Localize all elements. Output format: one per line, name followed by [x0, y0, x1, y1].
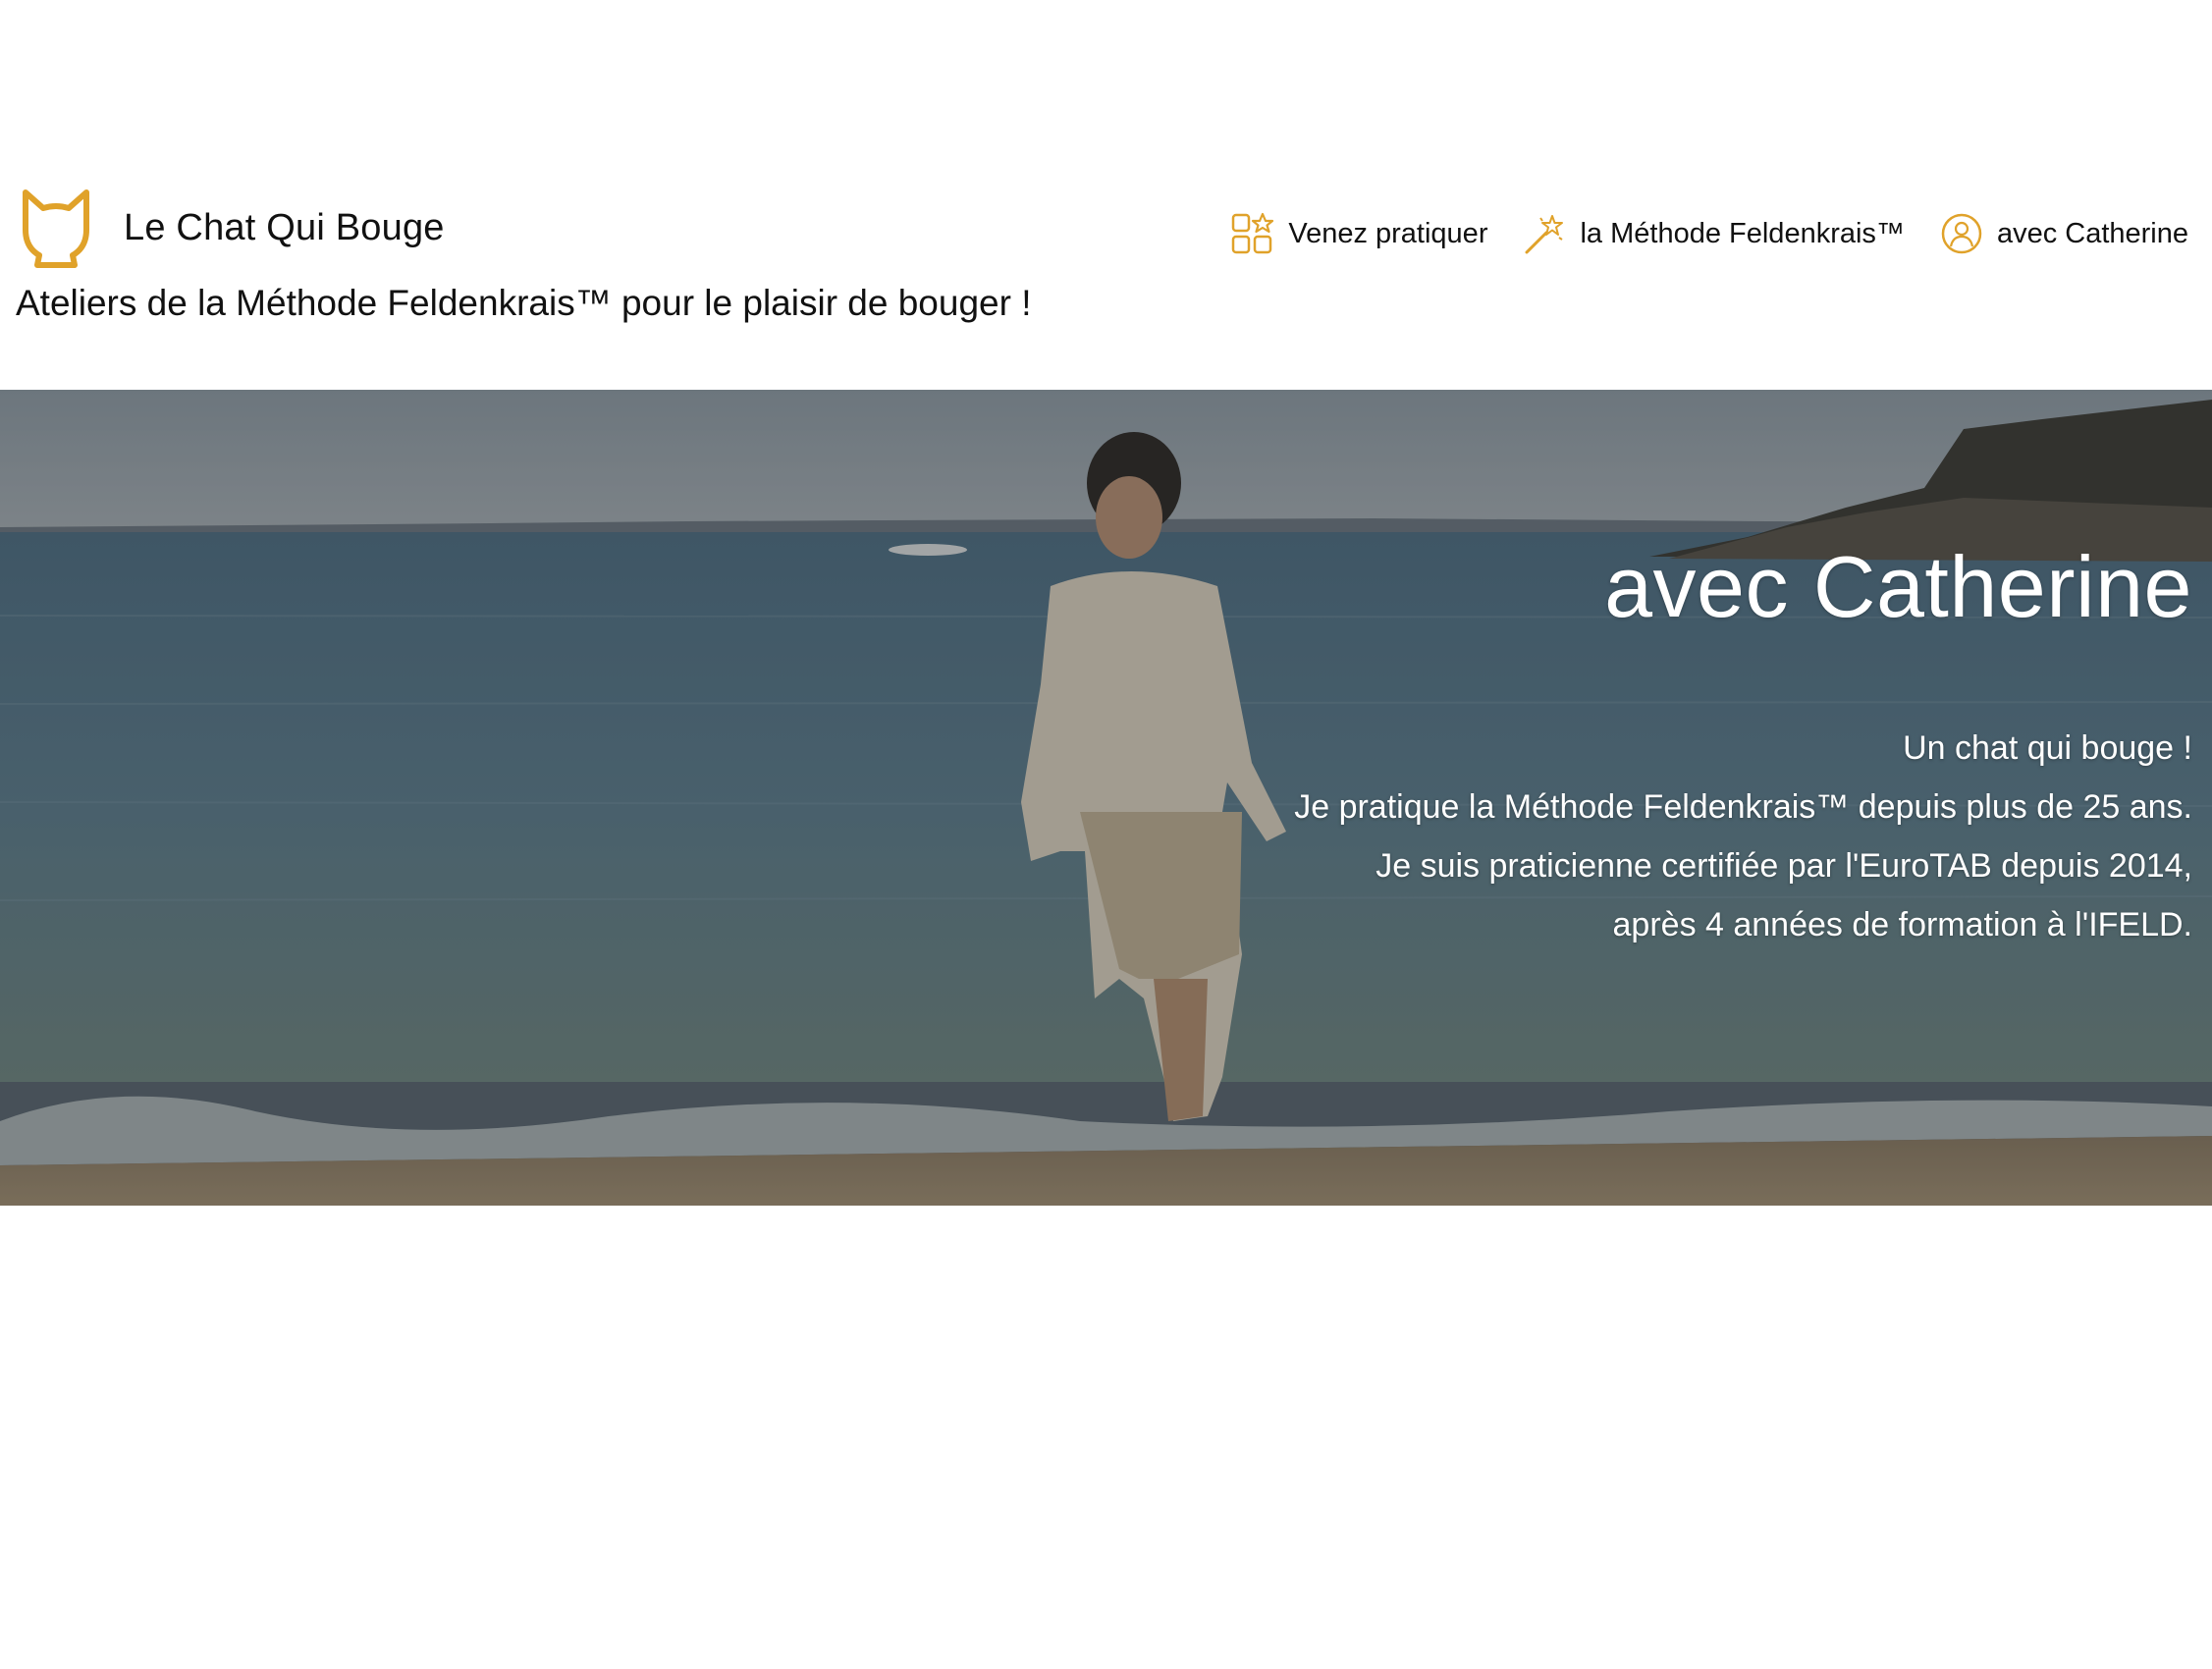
- hero-line: Je pratique la Méthode Feldenkrais™ depu…: [1294, 788, 2192, 826]
- nav-item-avec-catherine[interactable]: avec Catherine: [1940, 212, 2188, 255]
- hero-line: Un chat qui bouge !: [1903, 729, 2192, 767]
- magic-wand-icon: [1525, 215, 1564, 254]
- hero-line: après 4 années de formation à l'IFELD.: [1612, 906, 2192, 943]
- nav-label: avec Catherine: [1996, 217, 2188, 249]
- hero-line: Je suis praticienne certifiée par l'Euro…: [1376, 847, 2192, 885]
- hero-banner: avec Catherine Un chat qui bouge ! Je pr…: [0, 390, 2212, 1206]
- hero-title: avec Catherine: [1604, 538, 2192, 635]
- hero-text: Un chat qui bouge ! Je pratique la Métho…: [1294, 719, 2192, 954]
- grid-star-icon: [1232, 212, 1274, 254]
- site-tagline: Ateliers de la Méthode Feldenkrais™ pour…: [16, 283, 1032, 323]
- nav-label: la Méthode Feldenkrais™: [1580, 217, 1905, 249]
- nav-item-methode-feldenkrais[interactable]: la Méthode Feldenkrais™: [1523, 212, 1905, 255]
- cat-head-icon: [23, 189, 89, 268]
- nav-label: Venez pratiquer: [1288, 217, 1488, 249]
- page: Le Chat Qui Bouge Ateliers de la Méthode…: [0, 0, 2212, 1669]
- home-link[interactable]: Le Chat Qui Bouge: [18, 187, 445, 269]
- site-title: Le Chat Qui Bouge: [124, 206, 445, 248]
- nav-item-venez-pratiquer[interactable]: Venez pratiquer: [1231, 212, 1487, 255]
- main-nav: Venez pratiquer la Méthode Feldenkrais™ …: [1196, 212, 2188, 255]
- person-circle-icon: [1941, 213, 1982, 254]
